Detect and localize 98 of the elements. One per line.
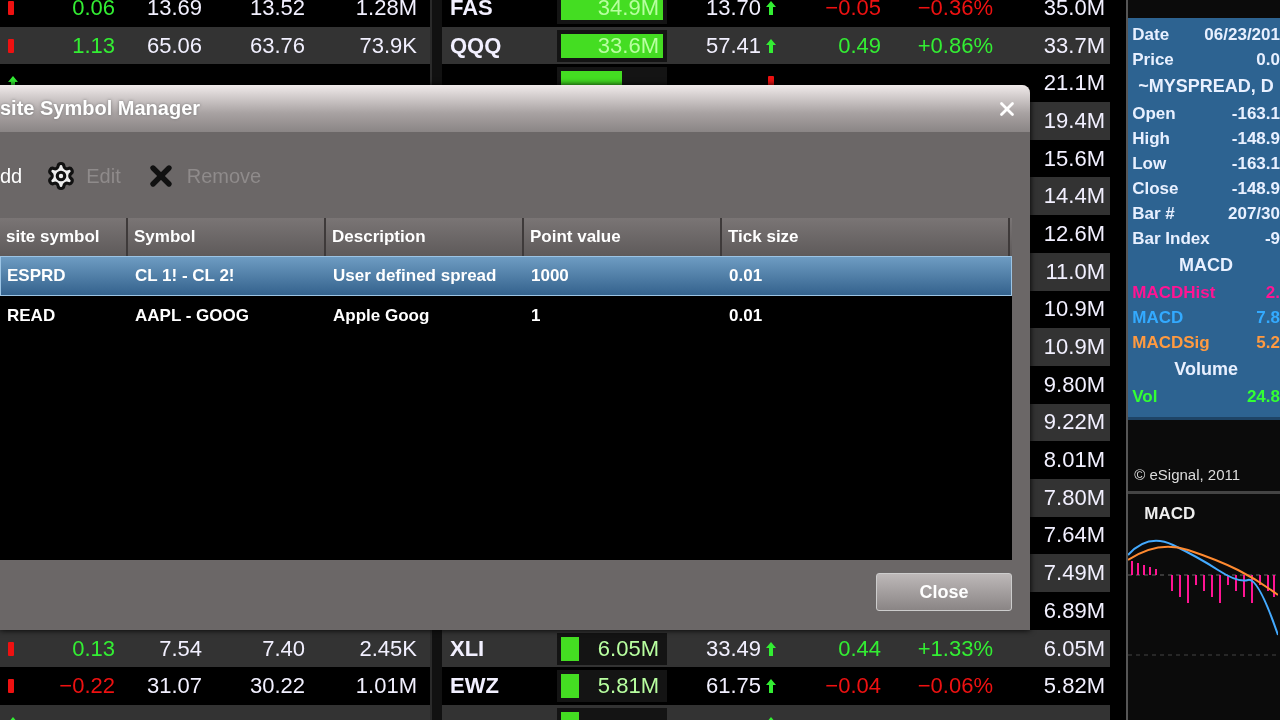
field-label: Price — [1132, 49, 1174, 70]
volume-value: 34.9M — [597, 0, 660, 22]
volume-value: 19.4M — [1043, 107, 1105, 133]
field-label: Low — [1132, 153, 1167, 174]
field-label: Open — [1132, 103, 1176, 124]
change-value: 0.06 — [72, 0, 115, 20]
price-value: 7.54 — [159, 635, 202, 661]
table-cell-text: 0.01 — [728, 306, 764, 326]
change-value: 1.13 — [72, 32, 115, 58]
change-value: −0.22 — [59, 673, 115, 699]
percent-change: −0.06% — [917, 673, 993, 699]
volume-value: 7.64M — [1043, 522, 1105, 548]
field-value: 06/23/201 — [1204, 24, 1280, 45]
volume-value: 6.05M — [597, 634, 660, 663]
field-value: -163.1 — [1231, 153, 1280, 174]
gear-icon — [46, 161, 77, 191]
price-value: 13.52 — [249, 0, 305, 20]
volume-value: 5.82M — [1043, 673, 1105, 699]
volume-value: 14.4M — [1043, 183, 1105, 209]
volume-value: 21.1M — [1043, 70, 1105, 96]
price-value: 65.06 — [146, 32, 202, 58]
volume-value: 9.22M — [1043, 409, 1105, 435]
field-label: Close — [1132, 178, 1179, 199]
field-value: 24.8 — [1246, 386, 1280, 407]
volume-value: 8.01M — [1043, 447, 1105, 473]
field-label: Date — [1132, 24, 1170, 45]
field-value: -163.1 — [1231, 103, 1280, 124]
field-value: -148.9 — [1231, 128, 1280, 149]
volume-value: 10.9M — [1043, 334, 1105, 360]
change-value: 0.49 — [838, 32, 881, 58]
copyright-text: © eSignal, 2011 — [1133, 466, 1242, 483]
symbol-text: XLI — [450, 635, 485, 661]
percent-change: +1.33% — [917, 635, 993, 661]
table-cell-text: User defined spread — [332, 266, 498, 286]
field-label: Bar # — [1132, 203, 1175, 224]
volume-value: 15.6M — [1043, 145, 1105, 171]
volume-value: 6.05M — [1043, 635, 1105, 661]
volume-value: 2.45K — [359, 635, 417, 661]
dialog-title: site Symbol Manager — [0, 97, 201, 120]
table-cell-text: 0.01 — [728, 266, 764, 286]
symbol-text: QQQ — [450, 32, 502, 58]
volume-value: 1.01M — [355, 673, 417, 699]
field-label: MACDSig — [1132, 332, 1210, 353]
table-cell-text: READ — [6, 306, 57, 326]
field-value: -148.9 — [1231, 178, 1280, 199]
volume-value: 1.28M — [355, 0, 417, 20]
field-value: 5.2 — [1256, 332, 1280, 353]
change-value: 0.13 — [72, 635, 115, 661]
price-value: 30.22 — [249, 673, 305, 699]
volume-value: 33.7M — [1043, 32, 1105, 58]
volume-value: 7.80M — [1043, 484, 1105, 510]
chart-title: MACD — [1143, 503, 1197, 524]
price-value: 7.40 — [262, 635, 305, 661]
price-value: 33.49 — [705, 635, 761, 661]
change-value: 0.44 — [838, 635, 881, 661]
symbol-text: FAS — [450, 0, 493, 20]
volume-value: 9.80M — [1043, 371, 1105, 397]
section-heading: Volume — [1173, 358, 1239, 381]
volume-value: 11.0M — [1045, 258, 1105, 284]
price-value: 61.75 — [705, 673, 761, 699]
volume-value: 35.0M — [1043, 0, 1105, 20]
volume-value: 6.89M — [1043, 597, 1105, 623]
table-row[interactable]: ESPRD CL 1! - CL 2! User defined spread 1000 0.01 — [0, 256, 1012, 296]
table-cell-text: AAPL - GOOG — [134, 306, 250, 326]
table-cell-text: CL 1! - CL 2! — [134, 266, 236, 286]
field-value: 0.0 — [1256, 49, 1280, 70]
volume-value: 33.6M — [597, 31, 660, 60]
field-label: MACDHist — [1132, 282, 1216, 303]
change-value: −0.04 — [825, 673, 881, 699]
change-value: −0.05 — [825, 0, 881, 20]
table-cell-text: 1000 — [530, 266, 570, 286]
section-heading: ~MYSPREAD, D — [1137, 75, 1275, 98]
price-value: 13.70 — [705, 0, 761, 20]
volume-value: 12.6M — [1043, 220, 1105, 246]
add-button[interactable]: dd — [0, 164, 23, 188]
field-label: MACD — [1132, 307, 1184, 328]
section-heading: MACD — [1178, 254, 1235, 277]
field-label: Bar Index — [1132, 228, 1210, 249]
table-cell-text: 1 — [530, 306, 542, 326]
volume-value: 5.81M — [597, 672, 660, 701]
price-value: 31.07 — [146, 673, 202, 699]
percent-change: −0.36% — [917, 0, 993, 20]
field-value: -9 — [1264, 228, 1280, 249]
table-cell-text: Apple Goog — [332, 306, 431, 326]
volume-value: 10.9M — [1043, 296, 1105, 322]
price-value: 57.41 — [705, 32, 761, 58]
field-label: Vol — [1132, 386, 1158, 407]
field-value: 7.8 — [1256, 307, 1280, 328]
field-label: High — [1132, 128, 1170, 149]
table-cell-text: ESPRD — [6, 266, 67, 286]
volume-value: 7.49M — [1043, 560, 1105, 586]
symbol-text: EWZ — [450, 673, 499, 699]
price-value: 13.69 — [146, 0, 202, 20]
volume-value: 73.9K — [359, 32, 417, 58]
price-value: 63.76 — [249, 32, 305, 58]
percent-change: +0.86% — [917, 32, 993, 58]
field-value: 2. — [1265, 282, 1280, 303]
field-value: 207/30 — [1228, 203, 1280, 224]
